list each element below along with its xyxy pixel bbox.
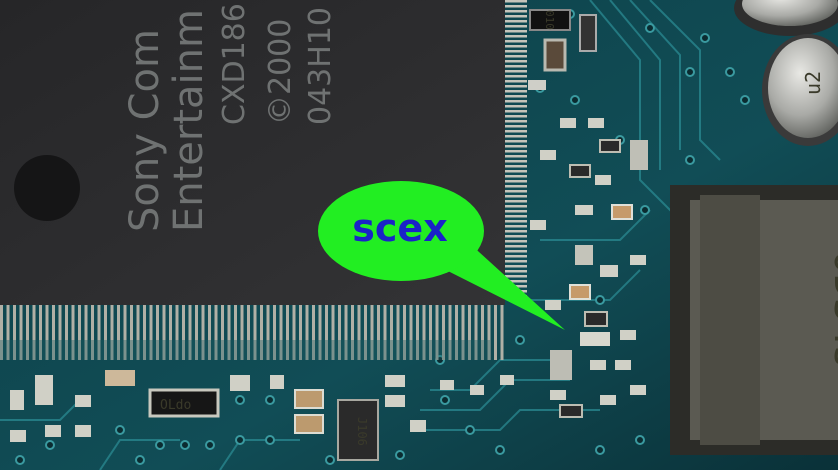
pcb-photo: Sony Com Entertainm CXD186 ©2000 043H10 …	[0, 0, 838, 470]
small-ic-label: J106	[355, 417, 369, 446]
connector-label: 0D34J	[825, 250, 838, 370]
chip-text-line1: Sony Com	[122, 29, 168, 232]
capacitor-mark: u2	[801, 71, 825, 95]
chip-text-line5: 043H10	[303, 7, 338, 125]
callout-text: scex	[352, 206, 447, 250]
resistor-array-label: OLdo	[160, 398, 191, 413]
chip-pins-right	[505, 0, 527, 300]
pcb-illustration: Sony Com Entertainm CXD186 ©2000 043H10 …	[0, 0, 838, 470]
main-chip: Sony Com Entertainm CXD186 ©2000 043H10	[0, 0, 527, 360]
resistor-top-label: 010	[543, 10, 556, 30]
connector: 0D34J	[670, 185, 838, 455]
chip-text-line2: Entertainm	[166, 9, 212, 232]
chip-text-line3: CXD186	[217, 3, 252, 125]
chip-text-line4: ©2000	[263, 19, 298, 125]
